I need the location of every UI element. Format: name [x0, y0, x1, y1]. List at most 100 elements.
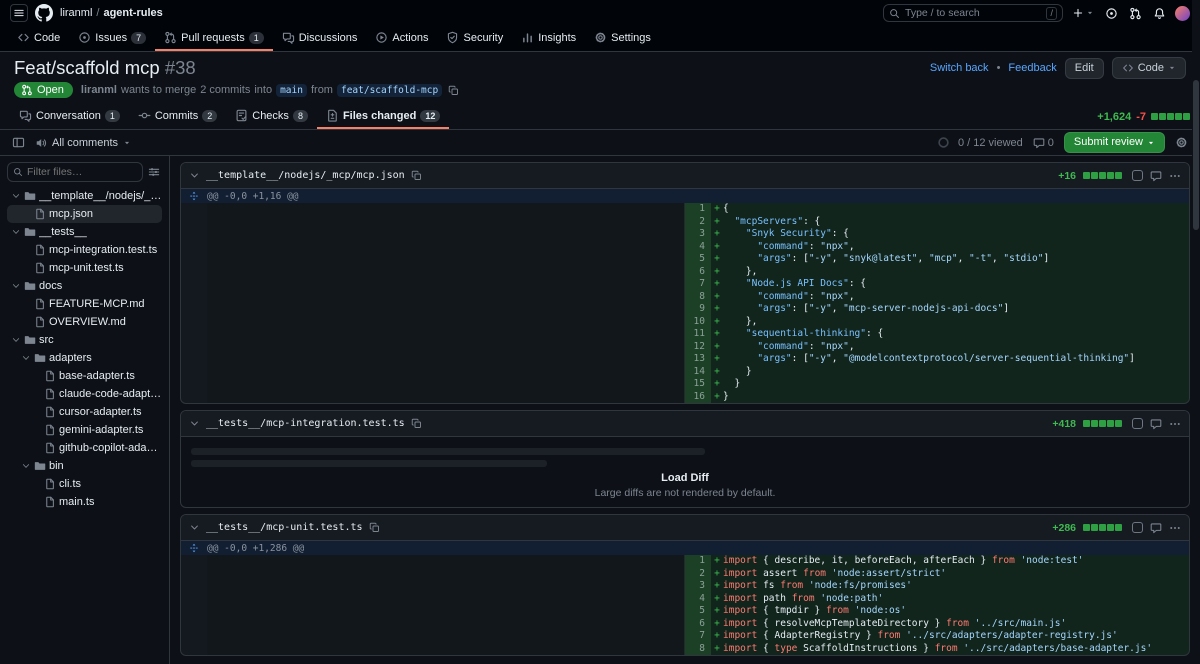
- repo-tab-pull-requests[interactable]: Pull requests 1: [155, 26, 273, 51]
- repo-tab-insights[interactable]: Insights: [512, 26, 585, 51]
- chevron-down-icon[interactable]: [189, 170, 200, 181]
- new-line-number[interactable]: 16: [685, 390, 711, 403]
- repo-tab-discussions[interactable]: Discussions: [273, 26, 367, 51]
- notifications-button[interactable]: [1151, 5, 1168, 22]
- old-line-number[interactable]: [181, 340, 207, 353]
- old-line-number[interactable]: [181, 228, 207, 241]
- new-line-number[interactable]: 2: [685, 567, 711, 580]
- old-line-number[interactable]: [181, 605, 207, 618]
- submit-review-button[interactable]: Submit review: [1063, 132, 1165, 153]
- old-line-number[interactable]: [181, 378, 207, 391]
- comments-filter-select[interactable]: All comments: [35, 137, 131, 149]
- viewed-checkbox[interactable]: [1132, 170, 1143, 181]
- old-line-number[interactable]: [181, 240, 207, 253]
- kebab-menu-icon[interactable]: [1169, 170, 1181, 182]
- code-button[interactable]: Code: [1111, 57, 1186, 79]
- tree-file-feature-mcp-md[interactable]: FEATURE-MCP.md: [7, 295, 162, 313]
- old-line-number[interactable]: [181, 567, 207, 580]
- new-line-number[interactable]: 8: [685, 290, 711, 303]
- new-line-number[interactable]: 5: [685, 605, 711, 618]
- pr-tab-files-changed[interactable]: Files changed 12: [316, 104, 450, 129]
- copy-path-icon[interactable]: [411, 170, 422, 181]
- tree-file-mcp-integration-test-ts[interactable]: mcp-integration.test.ts: [7, 241, 162, 259]
- old-line-number[interactable]: [181, 617, 207, 630]
- hamburger-menu-button[interactable]: [10, 4, 28, 22]
- scrollbar-thumb[interactable]: [1193, 80, 1199, 230]
- tree-dir--tests-[interactable]: __tests__: [7, 223, 162, 241]
- tree-file-base-adapter-ts[interactable]: base-adapter.ts: [7, 367, 162, 385]
- chevron-down-icon[interactable]: [189, 522, 200, 533]
- tree-file-gemini-adapter-ts[interactable]: gemini-adapter.ts: [7, 421, 162, 439]
- tree-file-overview-md[interactable]: OVERVIEW.md: [7, 313, 162, 331]
- new-line-number[interactable]: 8: [685, 642, 711, 655]
- comment-icon[interactable]: [1150, 170, 1162, 182]
- old-line-number[interactable]: [181, 630, 207, 643]
- old-line-number[interactable]: [181, 642, 207, 655]
- old-line-number[interactable]: [181, 253, 207, 266]
- pr-tab-checks[interactable]: Checks 8: [226, 104, 317, 129]
- head-branch-label[interactable]: feat/scaffold-mcp: [336, 83, 443, 97]
- load-diff-button[interactable]: Load Diff: [191, 472, 1179, 484]
- chevron-down-icon[interactable]: [189, 418, 200, 429]
- viewed-checkbox[interactable]: [1132, 418, 1143, 429]
- tree-dir-adapters[interactable]: adapters: [7, 349, 162, 367]
- new-line-number[interactable]: 4: [685, 240, 711, 253]
- new-line-number[interactable]: 1: [685, 555, 711, 568]
- new-line-number[interactable]: 3: [685, 580, 711, 593]
- comments-count-button[interactable]: 0: [1031, 135, 1056, 151]
- file-filter-input[interactable]: [7, 162, 143, 182]
- copy-path-icon[interactable]: [369, 522, 380, 533]
- diff-settings-button[interactable]: [1173, 134, 1190, 151]
- expand-hunk-button[interactable]: [181, 191, 207, 201]
- old-line-number[interactable]: [181, 365, 207, 378]
- pull-requests-header-button[interactable]: [1127, 5, 1144, 22]
- new-line-number[interactable]: 14: [685, 365, 711, 378]
- old-line-number[interactable]: [181, 290, 207, 303]
- comment-icon[interactable]: [1150, 418, 1162, 430]
- old-line-number[interactable]: [181, 580, 207, 593]
- breadcrumb-repo[interactable]: agent-rules: [103, 7, 162, 19]
- new-line-number[interactable]: 1: [685, 203, 711, 216]
- tree-file-github-copilot-adapter-ts[interactable]: github-copilot-adapter.ts: [7, 439, 162, 457]
- viewed-checkbox[interactable]: [1132, 522, 1143, 533]
- breadcrumb-owner[interactable]: liranml: [60, 7, 92, 19]
- tree-file-main-ts[interactable]: main.ts: [7, 493, 162, 511]
- old-line-number[interactable]: [181, 303, 207, 316]
- old-line-number[interactable]: [181, 328, 207, 341]
- issues-header-button[interactable]: [1103, 5, 1120, 22]
- github-logo[interactable]: [35, 4, 53, 22]
- expand-hunk-button[interactable]: [181, 543, 207, 553]
- tree-file-cli-ts[interactable]: cli.ts: [7, 475, 162, 493]
- tree-filter-options-button[interactable]: [146, 164, 162, 180]
- new-line-number[interactable]: 4: [685, 592, 711, 605]
- file-path[interactable]: __template__/nodejs/_mcp/mcp.json: [206, 170, 405, 181]
- page-scrollbar[interactable]: [1192, 0, 1200, 664]
- new-line-number[interactable]: 7: [685, 278, 711, 291]
- new-line-number[interactable]: 6: [685, 617, 711, 630]
- new-line-number[interactable]: 9: [685, 303, 711, 316]
- file-path[interactable]: __tests__/mcp-unit.test.ts: [206, 522, 363, 533]
- pr-author-link[interactable]: liranml: [81, 84, 117, 96]
- global-search-input[interactable]: Type / to search /: [883, 4, 1063, 22]
- old-line-number[interactable]: [181, 353, 207, 366]
- new-line-number[interactable]: 13: [685, 353, 711, 366]
- switch-back-link[interactable]: Switch back: [930, 62, 989, 74]
- repo-tab-actions[interactable]: Actions: [366, 26, 437, 51]
- kebab-menu-icon[interactable]: [1169, 418, 1181, 430]
- tree-dir--template-nodejs-mcp[interactable]: __template__/nodejs/_mcp: [7, 187, 162, 205]
- tree-dir-docs[interactable]: docs: [7, 277, 162, 295]
- old-line-number[interactable]: [181, 592, 207, 605]
- tree-dir-src[interactable]: src: [7, 331, 162, 349]
- new-line-number[interactable]: 3: [685, 228, 711, 241]
- edit-button[interactable]: Edit: [1064, 57, 1104, 79]
- copy-path-icon[interactable]: [411, 418, 422, 429]
- old-line-number[interactable]: [181, 278, 207, 291]
- toggle-file-tree-button[interactable]: [10, 134, 27, 151]
- new-line-number[interactable]: 2: [685, 215, 711, 228]
- copy-branch-button[interactable]: [446, 85, 461, 96]
- base-branch-label[interactable]: main: [276, 83, 307, 97]
- old-line-number[interactable]: [181, 265, 207, 278]
- old-line-number[interactable]: [181, 390, 207, 403]
- comment-icon[interactable]: [1150, 522, 1162, 534]
- repo-tab-code[interactable]: Code: [8, 26, 69, 51]
